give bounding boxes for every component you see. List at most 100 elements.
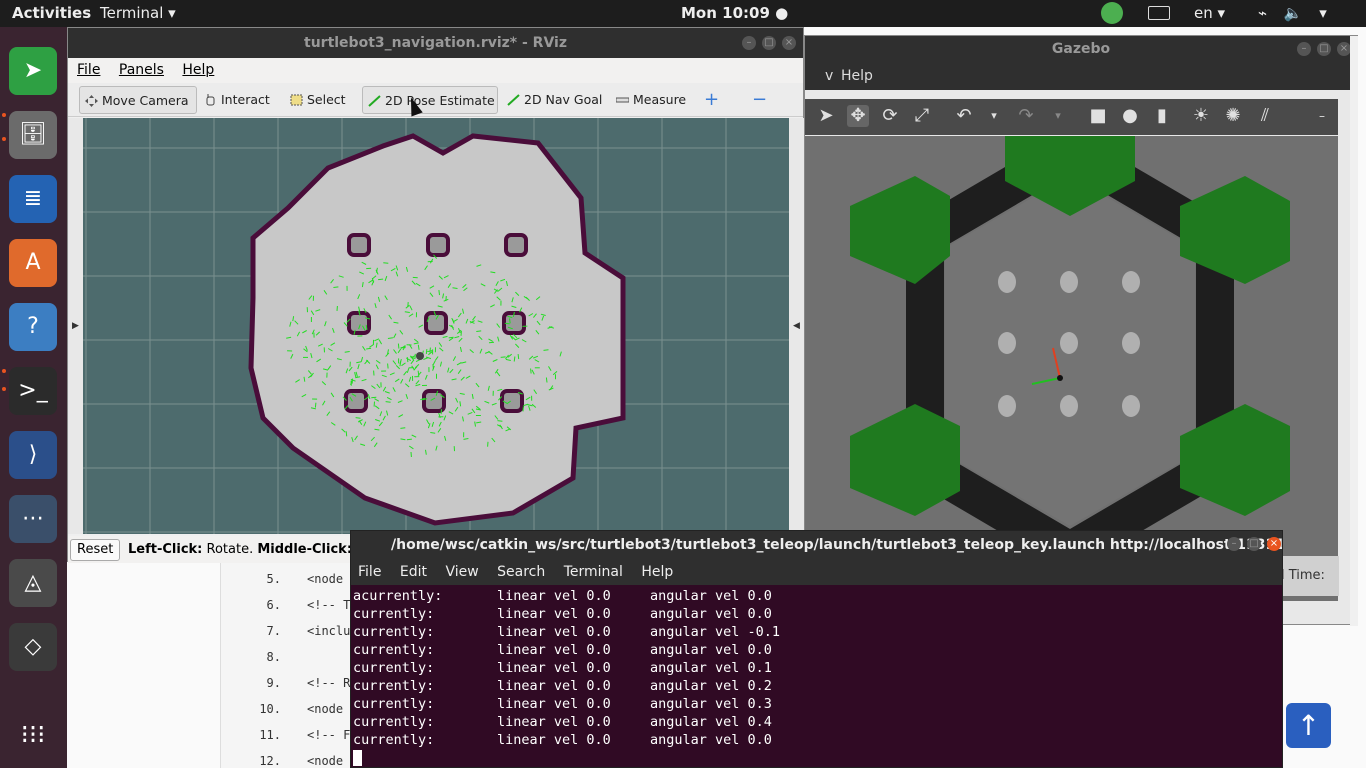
clock[interactable]: Mon 10:09 ● [681,4,788,22]
line-code: <node [307,754,344,768]
code-line: 5. <node [221,572,351,598]
sphere-shape-icon[interactable]: ● [1119,105,1141,127]
terminal-icon[interactable]: >_ [9,367,57,415]
nav-goal-tool[interactable]: 2D Nav Goal [502,86,602,114]
menu-help[interactable]: Help [182,62,214,78]
point-light-icon[interactable]: ☀ [1190,105,1212,127]
pose-estimate-tool[interactable]: 2D Pose Estimate [362,86,498,114]
line-number: 10. [259,702,281,716]
code-line: 11. <!-- F [221,728,351,754]
left-panel-toggle[interactable]: ▶ [68,118,83,534]
gazebo-icon[interactable]: ◬ [9,559,57,607]
menu-file[interactable]: File [77,62,100,78]
minimize-icon[interactable]: – [742,36,756,50]
maximize-icon[interactable]: □ [762,36,776,50]
app-menu[interactable]: Terminal ▾ [100,4,176,22]
menu-view[interactable]: View [445,564,478,580]
scale-icon[interactable]: ⤢ [911,105,933,127]
close-icon[interactable]: × [1267,537,1281,551]
minimize-icon[interactable]: – [1227,537,1241,551]
undo-icon[interactable]: ↶ [953,105,975,127]
angular-vel: angular vel 0.3 [650,696,772,712]
linear-vel: linear vel 0.0 [497,660,611,676]
code-line: 6. <!-- T [221,598,351,624]
running-indicator [2,113,6,117]
writer-icon[interactable]: ≣ [9,175,57,223]
directional-light-icon[interactable]: ⫽ [1254,105,1276,127]
current-label: currently: [353,678,435,694]
file-manager-icon[interactable]: 🗄 [9,111,57,159]
show-applications-icon[interactable]: ⁝⁝⁝ [9,711,57,759]
measure-tool[interactable]: Measure [611,86,686,114]
close-icon[interactable]: × [1337,42,1351,56]
move-camera-tool[interactable]: Move Camera [79,86,197,114]
toolbar-menu-icon[interactable]: – [1311,105,1333,127]
menu-edit[interactable]: Edit [400,564,427,580]
add-tool-button[interactable]: + [700,86,719,114]
ros-graph-icon[interactable]: ⋯ [9,495,57,543]
terminal-output[interactable]: acurrently: linear vel 0.0 angular vel 0.0… [351,585,1282,767]
middle-click-label: Middle-Click: [257,542,353,557]
cylinder-shape-icon[interactable]: ▮ [1151,105,1173,127]
linear-vel: linear vel 0.0 [497,588,611,604]
gazebo-cylinder [1122,395,1140,417]
scrollbar[interactable] [1350,36,1358,626]
interact-tool[interactable]: Interact [199,86,270,114]
gazebo-cylinder [998,271,1016,293]
reset-button[interactable]: Reset [70,539,121,561]
undo-history-icon[interactable]: ▾ [983,105,1005,127]
current-label: acurrently: [353,588,443,604]
line-code: <!-- T [307,598,351,612]
keyboard-icon[interactable] [1148,6,1170,20]
ruler-icon [616,97,629,103]
menu-help[interactable]: Help [641,564,673,580]
spot-light-icon[interactable]: ✺ [1222,105,1244,127]
redo-history-icon[interactable]: ▾ [1047,105,1069,127]
close-icon[interactable]: × [782,36,796,50]
telegram-tray-icon[interactable] [1101,2,1123,24]
redo-icon[interactable]: ↷ [1015,105,1037,127]
language-menu[interactable]: en ▾ [1194,4,1225,22]
rotate-icon[interactable]: ⟳ [879,105,901,127]
rviz-3d-view[interactable] [83,118,789,534]
rviz-window: turtlebot3_navigation.rviz* - RViz – □ ×… [67,27,805,563]
maximize-icon[interactable]: □ [1317,42,1331,56]
left-click-text: Rotate. [202,542,258,557]
angular-vel: angular vel 0.0 [650,588,772,604]
scroll-to-top-button[interactable]: ↑ [1286,703,1331,748]
interact-label: Interact [221,92,270,107]
terminal-line: currently: linear vel 0.0 angular vel 0.4 [353,713,1282,731]
line-code: <node [307,702,344,716]
translate-icon[interactable]: ✥ [847,105,869,127]
layers-icon[interactable]: ◇ [9,623,57,671]
line-number: 6. [266,598,281,612]
minimize-icon[interactable]: – [1297,42,1311,56]
help-icon[interactable]: ? [9,303,57,351]
menu-window-partial[interactable]: v [825,63,833,90]
menu-file[interactable]: File [358,564,381,580]
right-panel-toggle[interactable]: ◀ [789,118,804,534]
move-camera-label: Move Camera [102,93,189,108]
activities-button[interactable]: Activities [12,4,91,22]
maximize-icon[interactable]: □ [1247,537,1261,551]
telegram-icon[interactable]: ➤ [9,47,57,95]
select-tool[interactable]: Select [285,86,346,114]
real-time-label: l Time: [1275,556,1339,596]
vscode-icon[interactable]: ⟩ [9,431,57,479]
menu-help[interactable]: Help [841,63,873,90]
box-shape-icon[interactable]: ■ [1087,105,1109,127]
dock: ➤ 🗄 ≣ A? >_ ⟩ ⋯ ◬ ◇ ⁝⁝⁝ [0,27,67,768]
menu-panels[interactable]: Panels [119,62,164,78]
software-center-icon[interactable]: A [9,239,57,287]
code-line: 7. <inclu [221,624,351,650]
remove-tool-button[interactable]: − [748,86,767,114]
current-label: currently: [353,660,435,676]
select-icon [290,94,303,106]
map-obstacle [347,233,371,257]
current-label: currently: [353,714,435,730]
select-arrow-icon[interactable]: ➤ [815,105,837,127]
menu-terminal[interactable]: Terminal [564,564,623,580]
line-number: 12. [259,754,281,768]
system-menu[interactable]: ⌁ 🔈 ▾ [1258,4,1333,22]
menu-search[interactable]: Search [497,564,545,580]
